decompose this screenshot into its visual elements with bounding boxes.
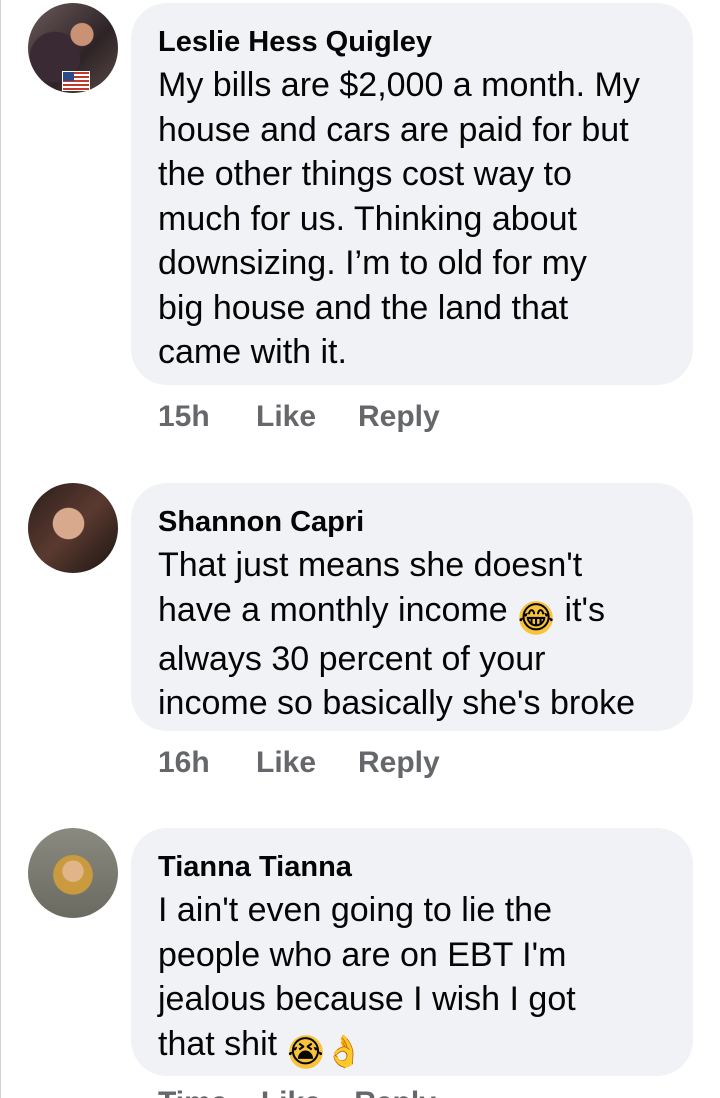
comment-line: I ain't even going to lie the	[158, 891, 552, 929]
like-button[interactable]: Like	[256, 746, 316, 780]
comment-line: always 30 percent of your	[158, 639, 546, 678]
comment-line-text: it's	[564, 590, 606, 629]
comment-author[interactable]: Leslie Hess Quigley	[158, 25, 667, 59]
comment-line: have a monthly income 😂 it's	[158, 588, 667, 637]
comment-timestamp[interactable]: 16h	[158, 746, 210, 780]
comment-text: That just means she doesn't have a month…	[158, 543, 667, 726]
avatar-leslie[interactable]	[28, 3, 118, 93]
comment-line: big house and the land that	[158, 288, 569, 327]
comment-actions-cropped: Time Like Reply	[158, 1086, 436, 1098]
comment-timestamp[interactable]: Time	[158, 1086, 227, 1098]
comment-line: My bills are $2,000 a month. My	[158, 66, 640, 104]
avatar-tianna[interactable]	[28, 828, 118, 918]
comment-line: that shit 😭👌	[158, 1022, 667, 1071]
us-flag-icon	[62, 71, 90, 91]
comment-line-text: have a monthly income	[158, 590, 508, 629]
comment-bubble: Leslie Hess Quigley My bills are $2,000 …	[131, 3, 693, 385]
comment-timestamp[interactable]: 15h	[158, 400, 210, 434]
like-button[interactable]: Like	[256, 400, 316, 434]
comment-line: house and cars are paid for but	[158, 110, 629, 149]
comment-line-text: that shit	[158, 1024, 278, 1063]
comment-line: downsizing. I’m to old for my	[158, 244, 587, 282]
face-with-tears-of-joy-icon: 😂	[517, 598, 556, 637]
comment-bubble: Shannon Capri That just means she doesn'…	[131, 483, 693, 731]
reply-button[interactable]: Reply	[354, 1086, 436, 1098]
comment-author[interactable]: Shannon Capri	[158, 505, 667, 539]
comment-line: much for us. Thinking about	[158, 199, 577, 238]
ok-hand-icon: 👌	[324, 1033, 364, 1069]
loudly-crying-face-icon: 😭	[286, 1032, 325, 1071]
comment-text: My bills are $2,000 a month. My house an…	[158, 63, 667, 375]
comment-line: jealous because I wish I got	[158, 980, 576, 1018]
comment-bubble: Tianna Tianna I ain't even going to lie …	[131, 828, 693, 1076]
comment-line: the other things cost way to	[158, 155, 572, 193]
comment-text: I ain't even going to lie the people who…	[158, 888, 667, 1071]
comment-line: people who are on EBT I'm	[158, 935, 567, 974]
comment-line: came with it.	[158, 333, 347, 371]
like-button[interactable]: Like	[261, 1086, 321, 1098]
avatar-shannon[interactable]	[28, 483, 118, 573]
reply-button[interactable]: Reply	[358, 746, 440, 780]
comment-line: That just means she doesn't	[158, 546, 583, 584]
comment-author[interactable]: Tianna Tianna	[158, 850, 667, 884]
thread-left-border	[0, 0, 1, 1098]
reply-button[interactable]: Reply	[358, 400, 440, 434]
comment-line: income so basically she's broke	[158, 684, 636, 722]
